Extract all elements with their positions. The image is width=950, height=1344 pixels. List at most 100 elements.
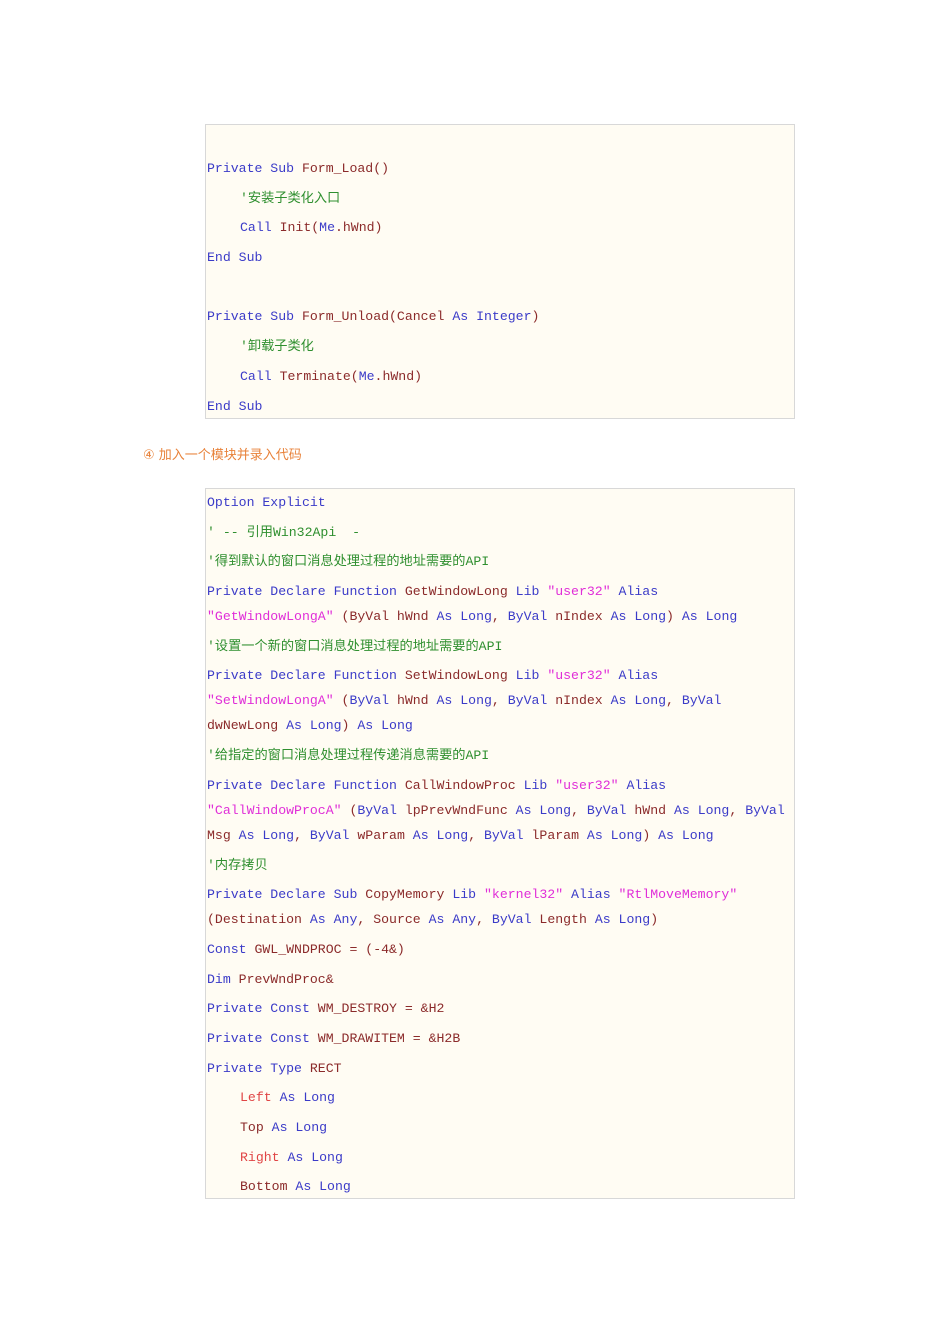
code-identifier: , <box>294 827 310 843</box>
code-line: '卸载子类化 <box>206 334 794 359</box>
code-identifier: (Destination <box>207 912 310 928</box>
code-row: Private Declare Function GetWindowLong L… <box>206 579 794 604</box>
code-row: "SetWindowLongA" (ByVal hWnd As Long, By… <box>206 688 794 713</box>
code-keyword: Private Sub <box>207 161 302 176</box>
code-row: '卸载子类化 <box>239 334 794 359</box>
code-identifier: ) <box>531 309 540 325</box>
code-row: Private Declare Function CallWindowProc … <box>206 773 794 798</box>
code-keyword: As Long <box>673 802 730 818</box>
code-identifier: , <box>491 609 508 625</box>
code-line: Private Const WM_DESTROY = &H2 <box>206 996 794 1021</box>
code-string: "kernel32" <box>484 887 564 903</box>
code-identifier-red: Right <box>240 1149 288 1165</box>
code-line: '设置一个新的窗口消息处理过程的地址需要的API <box>206 634 794 659</box>
code-identifier: .hWnd) <box>334 220 383 236</box>
code-identifier: hWnd <box>396 693 437 709</box>
code-identifier: CallWindowProc <box>404 777 524 793</box>
code-line: Right As Long <box>206 1145 794 1170</box>
code-keyword: As Long <box>586 827 643 843</box>
code-block-form-events: Private Sub Form_Load() '安装子类化入口 Call Init… <box>205 124 795 419</box>
code-identifier: dwNewLong <box>207 718 287 734</box>
code-keyword: As Any <box>428 912 477 928</box>
code-line: Call Terminate(Me.hWnd) <box>206 364 794 389</box>
code-keyword: Private Declare Sub <box>207 887 366 903</box>
code-keyword: Lib <box>515 584 548 600</box>
code-keyword: Private Declare Function <box>207 584 405 600</box>
code-row: Call Init(Me.hWnd) <box>239 215 794 240</box>
code-row: '设置一个新的窗口消息处理过程的地址需要的API <box>206 634 794 659</box>
code-identifier: Length <box>539 912 595 928</box>
code-row: Private Declare Function SetWindowLong L… <box>206 663 794 688</box>
code-row: '安装子类化入口 <box>239 186 794 211</box>
code-row: Left As Long <box>239 1085 794 1110</box>
code-identifier: WM_DRAWITEM = &H2B <box>317 1030 461 1046</box>
code-identifier: Init( <box>279 220 320 236</box>
code-identifier: RECT <box>309 1060 342 1076</box>
code-keyword: Private Type <box>207 1060 310 1076</box>
code-row: Private Type RECT <box>206 1056 794 1081</box>
code-identifier: ) <box>650 912 659 928</box>
code-row: "GetWindowLongA" (ByVal hWnd As Long, By… <box>206 604 794 629</box>
code-row: Call Terminate(Me.hWnd) <box>239 364 794 389</box>
code-row: End Sub <box>206 245 794 270</box>
code-keyword: Alias <box>563 887 619 903</box>
code-keyword: ByVal <box>484 827 532 843</box>
code-line: '安装子类化入口 <box>206 186 794 211</box>
code-string: "user32" <box>547 668 611 684</box>
code-line: ' -- 引用Win32Api - <box>206 520 794 545</box>
code-block-module: Option Explicit ' -- 引用Win32Api - '得到默认的窗口… <box>205 488 795 1199</box>
code-row: Private Sub Form_Unload(Cancel As Intege… <box>206 304 794 329</box>
code-identifier: ) <box>666 609 682 625</box>
code-identifier: (ByVal hWnd <box>333 609 437 625</box>
code-keyword: Lib <box>515 668 548 684</box>
code-string: "user32" <box>555 777 619 793</box>
code-line: End Sub <box>206 394 794 419</box>
code-identifier: hWnd <box>634 802 674 818</box>
code-line: Bottom As Long <box>206 1174 794 1199</box>
code-identifier: ( <box>341 802 358 818</box>
code-identifier: WM_DESTROY = &H2 <box>317 1001 445 1017</box>
code-keyword: Me <box>358 368 375 384</box>
code-identifier: ) <box>341 718 358 734</box>
code-row: Top As Long <box>239 1115 794 1140</box>
code-keyword: As Long <box>515 802 572 818</box>
code-keyword: As Long <box>279 1090 335 1106</box>
code-keyword: Private Const <box>207 1001 318 1017</box>
code-identifier: Bottom <box>240 1179 296 1195</box>
code-row: dwNewLong As Long) As Long <box>206 713 794 738</box>
code-line: '内存拷贝 <box>206 853 794 878</box>
code-keyword: As Long <box>287 1149 343 1165</box>
code-identifier: Terminate( <box>279 368 359 384</box>
code-keyword: As Long <box>238 827 295 843</box>
code-identifier: Form_Unload(Cancel <box>301 309 453 325</box>
code-comment: '内存拷贝 <box>207 857 268 873</box>
code-line: Call Init(Me.hWnd) <box>206 215 794 240</box>
code-keyword: As Long <box>658 827 714 843</box>
code-string: "user32" <box>547 584 611 600</box>
code-string: "CallWindowProcA" <box>207 802 342 818</box>
code-identifier-red: Left <box>240 1090 280 1106</box>
code-keyword: ByVal <box>745 802 785 818</box>
code-identifier: , <box>468 827 485 843</box>
code-keyword: Alias <box>610 584 659 600</box>
code-row: Right As Long <box>239 1145 794 1170</box>
code-row: End Sub <box>206 394 794 419</box>
code-keyword: Call <box>240 368 280 384</box>
code-identifier: Form_Load() <box>301 161 390 176</box>
code-keyword: As Long <box>610 693 667 709</box>
code-keyword: Call <box>240 220 280 236</box>
code-row: Private Declare Sub CopyMemory Lib "kern… <box>206 882 794 907</box>
code-string: "GetWindowLongA" <box>207 609 334 625</box>
code-identifier: GetWindowLong <box>404 584 516 600</box>
code-row: "CallWindowProcA" (ByVal lpPrevWndFunc A… <box>206 798 794 823</box>
code-line: Private Declare Sub CopyMemory Lib "kern… <box>206 882 794 932</box>
code-line: Private Sub Form_Unload(Cancel As Intege… <box>206 304 794 329</box>
code-line: End Sub <box>206 245 794 270</box>
code-row: Private Const WM_DESTROY = &H2 <box>206 996 794 1021</box>
code-identifier: Top <box>240 1120 272 1135</box>
code-keyword: ByVal <box>586 802 635 818</box>
code-keyword: As Long <box>357 718 413 734</box>
code-keyword: ByVal <box>491 912 540 928</box>
code-comment: '安装子类化入口 <box>240 190 341 206</box>
code-keyword: As Long <box>412 827 469 843</box>
